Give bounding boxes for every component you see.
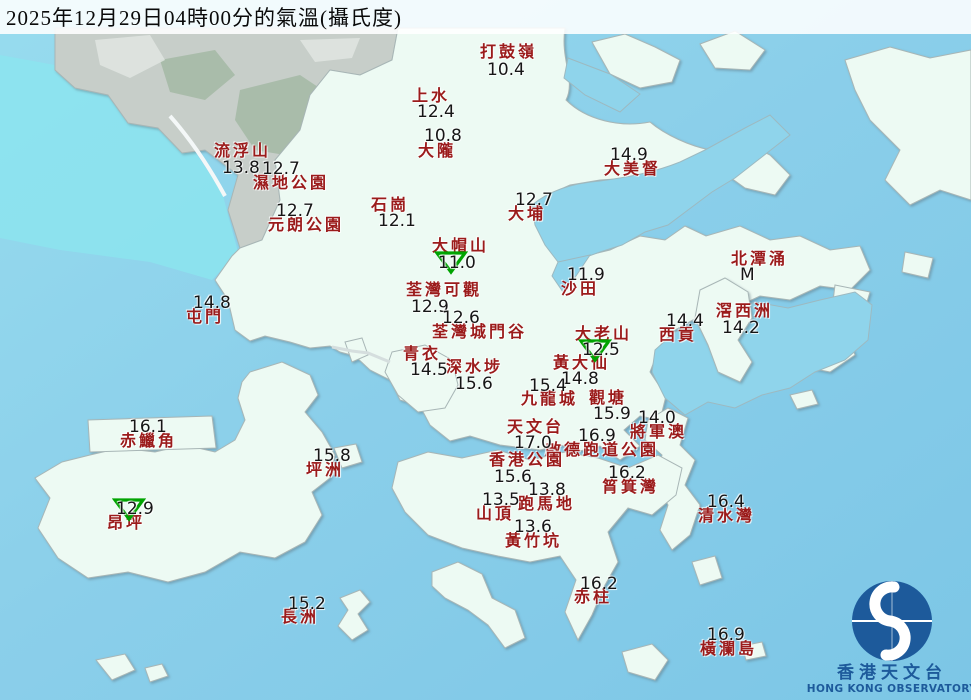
hko-logo-english: HONG KONG OBSERVATORY — [807, 683, 971, 696]
station-value-label: 15.9 — [593, 406, 631, 423]
hko-logo: 香港天文台 HONG KONG OBSERVATORY — [817, 578, 967, 696]
station-value-label: 12.7 — [276, 203, 314, 220]
station-value-label: 15.6 — [494, 469, 532, 486]
station-value-label: 14.0 — [638, 410, 676, 427]
title-bar: 2025年12月29日04時00分的氣溫(攝氏度) — [0, 0, 971, 34]
station-value-label: 10.8 — [424, 128, 462, 145]
station-name-label: 深水埗 — [446, 359, 503, 375]
station-value-label: 14.2 — [722, 320, 760, 337]
station-name-label: 流浮山 — [214, 143, 271, 159]
station-value-label: 14.5 — [410, 362, 448, 379]
station-value-label: 13.5 — [482, 492, 520, 509]
station-value-label: 12.4 — [417, 104, 455, 121]
station-name-label: 荃灣可觀 — [406, 282, 482, 298]
station-value-label: 14.9 — [610, 147, 648, 164]
page-title: 2025年12月29日04時00分的氣溫(攝氏度) — [0, 2, 402, 32]
hko-logo-chinese: 香港天文台 — [837, 664, 947, 684]
station-value-label: 16.1 — [129, 419, 167, 436]
station-value-label: 16.4 — [707, 494, 745, 511]
station-value-label: M — [740, 267, 755, 284]
station-value-label: 13.8 — [528, 482, 566, 499]
station-value-label: 14.4 — [666, 313, 704, 330]
station-value-label: 12.1 — [378, 213, 416, 230]
station-value-label: 14.8 — [193, 295, 231, 312]
station-value-label: 15.4 — [529, 378, 567, 395]
station-name-label: 打鼓嶺 — [480, 44, 537, 60]
station-value-label: 12.7 — [262, 161, 300, 178]
station-name-label: 香港公園 — [489, 452, 565, 468]
station-value-label: 16.9 — [707, 627, 745, 644]
station-value-label: 12.9 — [116, 501, 154, 518]
station-value-label: 11.0 — [438, 255, 476, 272]
station-value-label: 15.6 — [455, 376, 493, 393]
station-value-label: 16.2 — [608, 465, 646, 482]
station-value-label: 12.5 — [582, 342, 620, 359]
hko-logo-icon — [844, 578, 940, 664]
temperature-map: 2025年12月29日04時00分的氣溫(攝氏度) 打鼓嶺10.4上水12.4大… — [0, 0, 971, 700]
station-value-label: 12.6 — [442, 310, 480, 327]
station-value-label: 13.8 — [222, 160, 260, 177]
station-value-label: 16.9 — [578, 428, 616, 445]
station-value-label: 10.4 — [487, 62, 525, 79]
station-value-label: 13.6 — [514, 519, 552, 536]
station-value-label: 16.2 — [580, 576, 618, 593]
station-value-label: 12.7 — [515, 192, 553, 209]
station-value-label: 15.2 — [288, 596, 326, 613]
station-value-label: 15.8 — [313, 448, 351, 465]
station-value-label: 17.0 — [514, 435, 552, 452]
station-value-label: 11.9 — [567, 267, 605, 284]
station-name-label: 滘西洲 — [716, 303, 773, 319]
